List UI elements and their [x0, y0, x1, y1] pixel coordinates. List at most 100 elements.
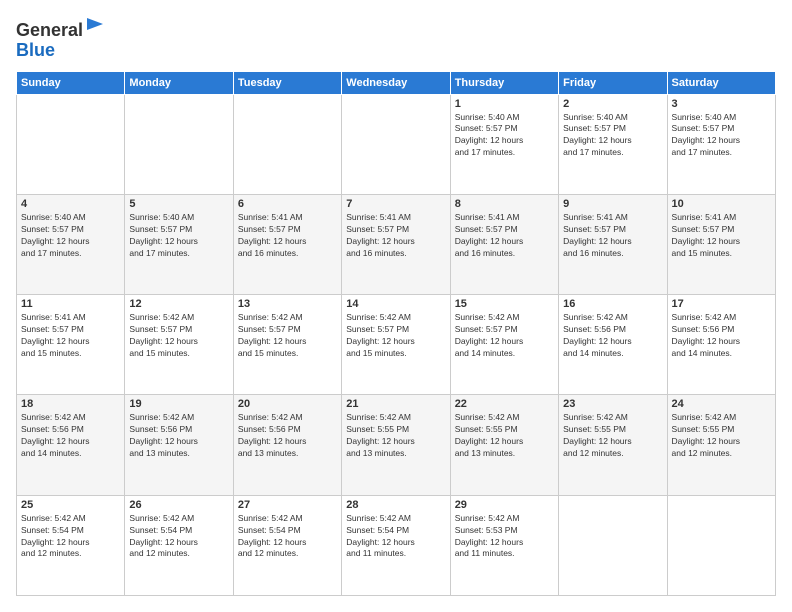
page: General Blue SundayMondayTuesdayWednesda… — [0, 0, 792, 612]
calendar-cell: 12 Sunrise: 5:42 AM Sunset: 5:57 PM Dayli… — [125, 295, 233, 395]
calendar-cell — [125, 94, 233, 194]
day-number: 27 — [238, 499, 337, 511]
weekday-header-friday: Friday — [559, 71, 667, 94]
day-info: Sunrise: 5:40 AM Sunset: 5:57 PM Dayligh… — [563, 112, 662, 160]
day-number: 14 — [346, 298, 445, 310]
day-info: Sunrise: 5:42 AM Sunset: 5:54 PM Dayligh… — [346, 513, 445, 561]
day-number: 12 — [129, 298, 228, 310]
calendar-cell: 6 Sunrise: 5:41 AM Sunset: 5:57 PM Daylig… — [233, 194, 341, 294]
day-number: 10 — [672, 198, 771, 210]
day-number: 17 — [672, 298, 771, 310]
calendar-cell: 25 Sunrise: 5:42 AM Sunset: 5:54 PM Dayli… — [17, 495, 125, 595]
day-number: 24 — [672, 398, 771, 410]
day-number: 6 — [238, 198, 337, 210]
calendar-table: SundayMondayTuesdayWednesdayThursdayFrid… — [16, 71, 776, 596]
calendar-week-4: 18 Sunrise: 5:42 AM Sunset: 5:56 PM Dayli… — [17, 395, 776, 495]
calendar-cell: 5 Sunrise: 5:40 AM Sunset: 5:57 PM Daylig… — [125, 194, 233, 294]
weekday-header-monday: Monday — [125, 71, 233, 94]
day-info: Sunrise: 5:42 AM Sunset: 5:57 PM Dayligh… — [238, 312, 337, 360]
day-info: Sunrise: 5:41 AM Sunset: 5:57 PM Dayligh… — [21, 312, 120, 360]
calendar-week-2: 4Sunrise: 5:40 AM Sunset: 5:57 PM Daylig… — [17, 194, 776, 294]
day-info: Sunrise: 5:41 AM Sunset: 5:57 PM Dayligh… — [563, 212, 662, 260]
day-info: Sunrise: 5:41 AM Sunset: 5:57 PM Dayligh… — [238, 212, 337, 260]
day-info: Sunrise: 5:41 AM Sunset: 5:57 PM Dayligh… — [672, 212, 771, 260]
day-number: 21 — [346, 398, 445, 410]
day-info: Sunrise: 5:42 AM Sunset: 5:54 PM Dayligh… — [129, 513, 228, 561]
calendar-cell: 4Sunrise: 5:40 AM Sunset: 5:57 PM Daylig… — [17, 194, 125, 294]
calendar-cell: 13 Sunrise: 5:42 AM Sunset: 5:57 PM Dayli… — [233, 295, 341, 395]
weekday-header-row: SundayMondayTuesdayWednesdayThursdayFrid… — [17, 71, 776, 94]
day-info: Sunrise: 5:42 AM Sunset: 5:54 PM Dayligh… — [21, 513, 120, 561]
day-number: 1 — [455, 98, 554, 110]
calendar-cell: 21 Sunrise: 5:42 AM Sunset: 5:55 PM Dayli… — [342, 395, 450, 495]
calendar-cell — [559, 495, 667, 595]
day-info: Sunrise: 5:42 AM Sunset: 5:57 PM Dayligh… — [455, 312, 554, 360]
weekday-header-tuesday: Tuesday — [233, 71, 341, 94]
calendar-cell: 28 Sunrise: 5:42 AM Sunset: 5:54 PM Dayli… — [342, 495, 450, 595]
day-number: 2 — [563, 98, 662, 110]
day-info: Sunrise: 5:42 AM Sunset: 5:55 PM Dayligh… — [455, 412, 554, 460]
calendar-cell: 16 Sunrise: 5:42 AM Sunset: 5:56 PM Dayli… — [559, 295, 667, 395]
logo: General Blue — [16, 16, 105, 61]
day-info: Sunrise: 5:41 AM Sunset: 5:57 PM Dayligh… — [346, 212, 445, 260]
day-number: 19 — [129, 398, 228, 410]
day-info: Sunrise: 5:42 AM Sunset: 5:53 PM Dayligh… — [455, 513, 554, 561]
day-info: Sunrise: 5:40 AM Sunset: 5:57 PM Dayligh… — [672, 112, 771, 160]
logo-general: General — [16, 20, 83, 40]
day-info: Sunrise: 5:42 AM Sunset: 5:56 PM Dayligh… — [21, 412, 120, 460]
calendar-cell: 17 Sunrise: 5:42 AM Sunset: 5:56 PM Dayli… — [667, 295, 775, 395]
day-info: Sunrise: 5:42 AM Sunset: 5:57 PM Dayligh… — [346, 312, 445, 360]
weekday-header-thursday: Thursday — [450, 71, 558, 94]
calendar-cell — [667, 495, 775, 595]
day-info: Sunrise: 5:42 AM Sunset: 5:56 PM Dayligh… — [563, 312, 662, 360]
day-number: 5 — [129, 198, 228, 210]
calendar-cell: 1Sunrise: 5:40 AM Sunset: 5:57 PM Daylig… — [450, 94, 558, 194]
day-info: Sunrise: 5:42 AM Sunset: 5:56 PM Dayligh… — [129, 412, 228, 460]
day-info: Sunrise: 5:42 AM Sunset: 5:56 PM Dayligh… — [238, 412, 337, 460]
calendar-cell: 20 Sunrise: 5:42 AM Sunset: 5:56 PM Dayli… — [233, 395, 341, 495]
calendar-cell: 11 Sunrise: 5:41 AM Sunset: 5:57 PM Dayli… — [17, 295, 125, 395]
day-number: 20 — [238, 398, 337, 410]
calendar-cell: 3 Sunrise: 5:40 AM Sunset: 5:57 PM Daylig… — [667, 94, 775, 194]
calendar-cell: 10 Sunrise: 5:41 AM Sunset: 5:57 PM Dayli… — [667, 194, 775, 294]
day-number: 28 — [346, 499, 445, 511]
calendar-cell: 22 Sunrise: 5:42 AM Sunset: 5:55 PM Dayli… — [450, 395, 558, 495]
weekday-header-wednesday: Wednesday — [342, 71, 450, 94]
calendar-cell — [342, 94, 450, 194]
day-number: 15 — [455, 298, 554, 310]
day-number: 16 — [563, 298, 662, 310]
day-info: Sunrise: 5:42 AM Sunset: 5:54 PM Dayligh… — [238, 513, 337, 561]
day-number: 25 — [21, 499, 120, 511]
calendar-cell: 27 Sunrise: 5:42 AM Sunset: 5:54 PM Dayli… — [233, 495, 341, 595]
day-number: 11 — [21, 298, 120, 310]
day-number: 9 — [563, 198, 662, 210]
day-number: 13 — [238, 298, 337, 310]
calendar-cell: 7 Sunrise: 5:41 AM Sunset: 5:57 PM Daylig… — [342, 194, 450, 294]
calendar-cell — [233, 94, 341, 194]
header: General Blue — [16, 16, 776, 61]
calendar-cell: 23Sunrise: 5:42 AM Sunset: 5:55 PM Dayli… — [559, 395, 667, 495]
day-info: Sunrise: 5:40 AM Sunset: 5:57 PM Dayligh… — [21, 212, 120, 260]
day-number: 7 — [346, 198, 445, 210]
calendar-body: 1 Sunrise: 5:40 AM Sunset: 5:57 PM Daylig… — [17, 94, 776, 595]
day-number: 29 — [455, 499, 554, 511]
calendar-cell: 19 Sunrise: 5:42 AM Sunset: 5:56 PM Dayli… — [125, 395, 233, 495]
calendar-week-1: 1 Sunrise: 5:40 AM Sunset: 5:57 PM Daylig… — [17, 94, 776, 194]
calendar-week-3: 11 Sunrise: 5:41 AM Sunset: 5:57 PM Dayli… — [17, 295, 776, 395]
day-info: Sunrise: 5:41 AM Sunset: 5:57 PM Dayligh… — [455, 212, 554, 260]
calendar-week-5: 25 Sunrise: 5:42 AM Sunset: 5:54 PM Dayli… — [17, 495, 776, 595]
day-info: Sunrise: 5:42 AM Sunset: 5:57 PM Dayligh… — [129, 312, 228, 360]
day-number: 3 — [672, 98, 771, 110]
weekday-header-saturday: Saturday — [667, 71, 775, 94]
calendar-cell: 18 Sunrise: 5:42 AM Sunset: 5:56 PM Dayli… — [17, 395, 125, 495]
day-info: Sunrise: 5:42 AM Sunset: 5:55 PM Dayligh… — [346, 412, 445, 460]
day-number: 23 — [563, 398, 662, 410]
calendar-cell: 2 Sunrise: 5:40 AM Sunset: 5:57 PM Daylig… — [559, 94, 667, 194]
calendar-cell: 15 Sunrise: 5:42 AM Sunset: 5:57 PM Dayli… — [450, 295, 558, 395]
day-number: 18 — [21, 398, 120, 410]
day-number: 22 — [455, 398, 554, 410]
day-info: Sunrise: 5:42 AM Sunset: 5:56 PM Dayligh… — [672, 312, 771, 360]
logo-flag-icon — [85, 16, 105, 36]
calendar-cell: 24Sunrise: 5:42 AM Sunset: 5:55 PM Dayli… — [667, 395, 775, 495]
day-info: Sunrise: 5:40 AM Sunset: 5:57 PM Dayligh… — [129, 212, 228, 260]
